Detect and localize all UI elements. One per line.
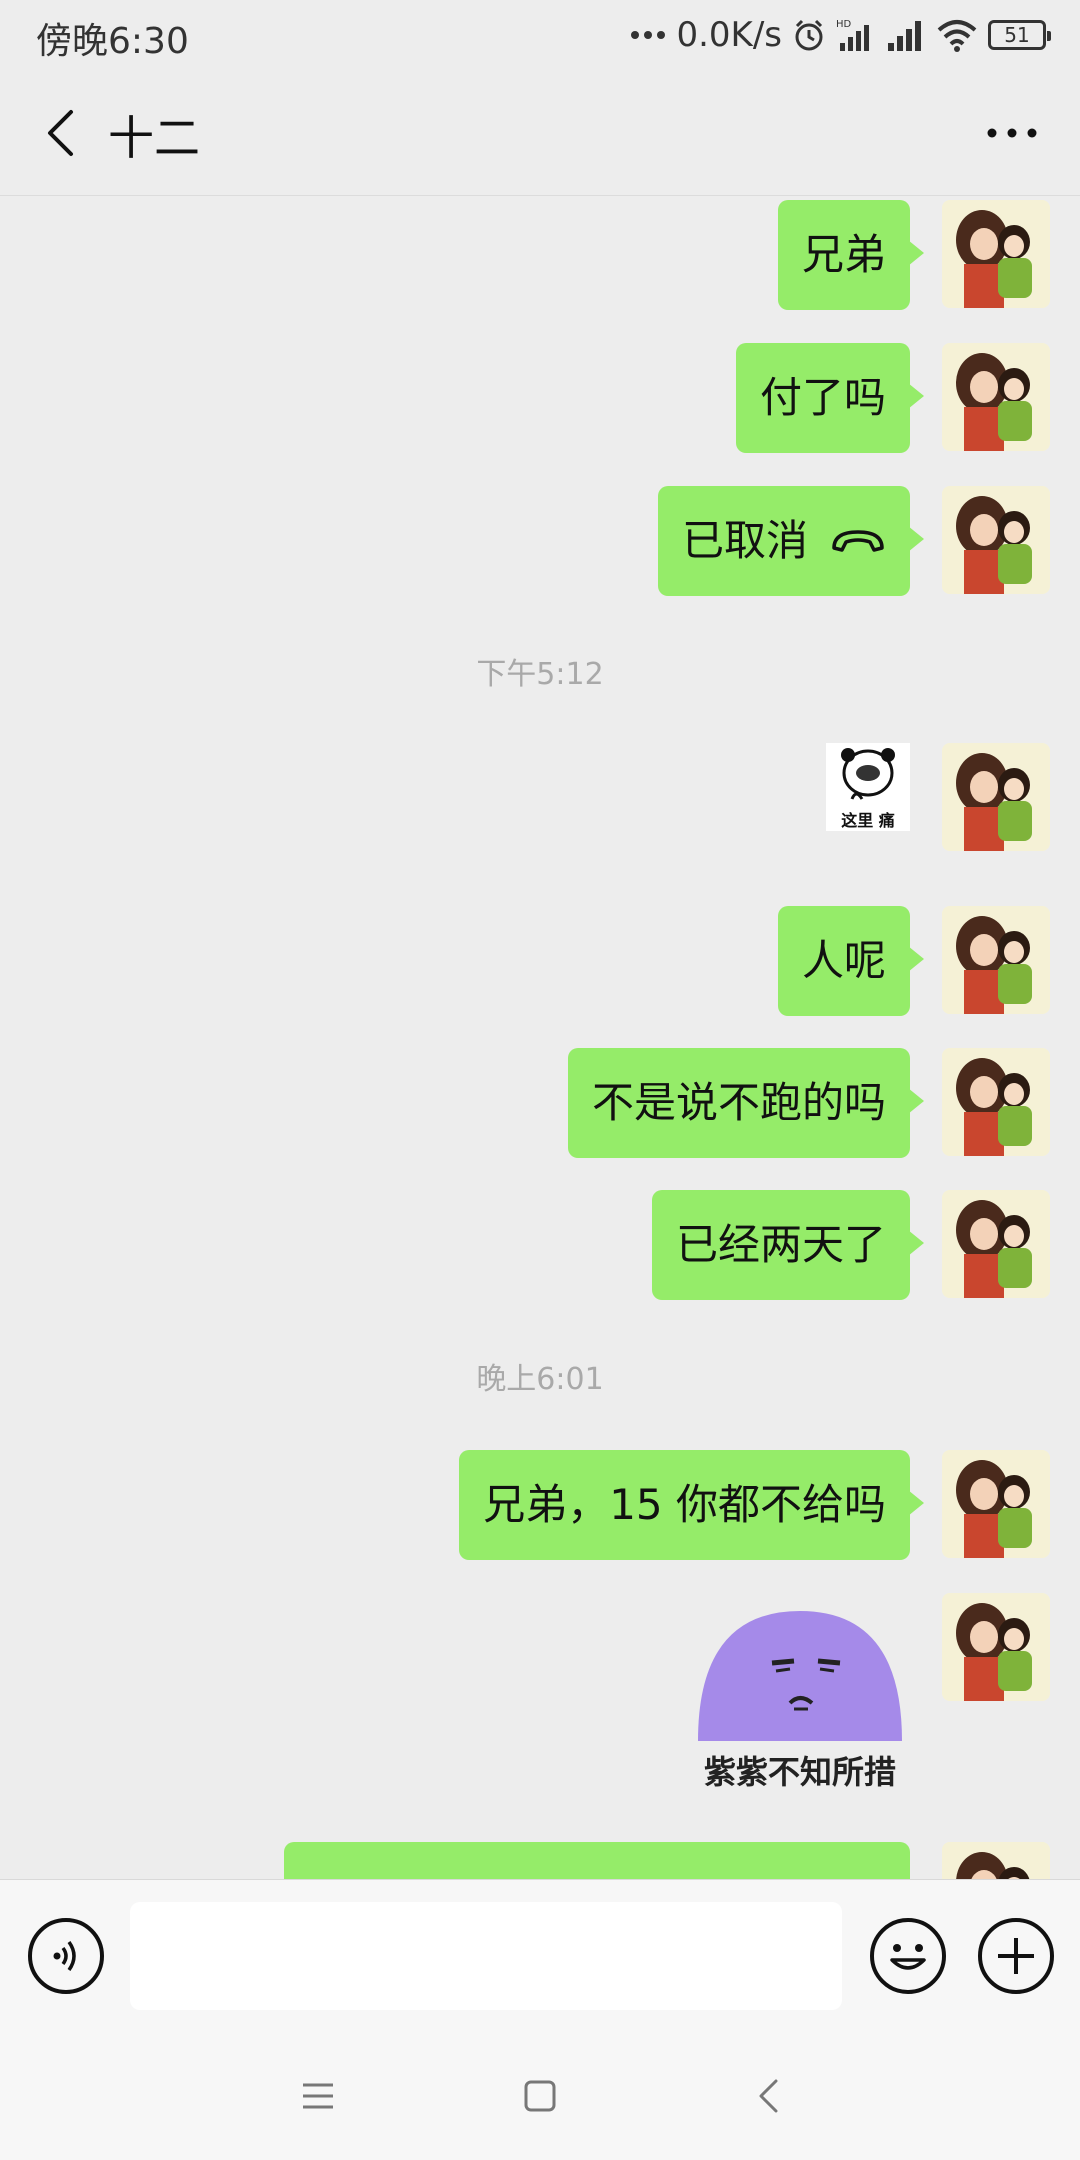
message-row: 紫紫不知所措 [0,1593,1080,1793]
hd-signal-icon: HD [836,17,876,53]
phone-hangup-icon [830,526,886,556]
avatar[interactable] [942,906,1050,1014]
message-bubble[interactable]: 兄弟，15 你都不给吗 [459,1450,924,1560]
message-row: 兄弟，15 你都不给吗 [0,1450,1080,1560]
message-row [0,1842,1080,1879]
message-text: 兄弟，15 你都不给吗 [483,1480,886,1529]
emoji-icon[interactable] [870,1918,946,1994]
timestamp: 晚上6:01 [476,1362,604,1397]
message-row: 已取消 [0,486,1080,596]
chat-title: 十二 [108,111,200,165]
message-bubble-partial[interactable] [284,1842,910,1879]
chevron-left-icon[interactable] [30,100,90,166]
battery-icon: 51 [988,20,1051,50]
dots-icon [630,29,666,41]
input-bar [0,1879,1080,2031]
signal-icon [886,17,926,53]
wifi-icon [936,18,978,52]
message-bubble[interactable]: 兄弟 [777,200,925,310]
sticker[interactable]: 紫紫不知所措 [690,1601,910,1791]
back-icon[interactable] [738,2071,798,2121]
message-input[interactable] [130,1902,842,2010]
alarm-icon [792,18,826,52]
svg-text:HD: HD [836,19,852,30]
avatar[interactable] [942,343,1050,451]
avatar[interactable] [942,1190,1050,1298]
message-bubble[interactable]: 付了吗 [735,343,925,453]
more-dots-icon[interactable] [972,100,1052,166]
message-bubble[interactable]: 已经两天了 [651,1190,925,1300]
avatar[interactable] [942,1048,1050,1156]
message-row: 付了吗 [0,343,1080,453]
status-time: 傍晚6:30 [36,21,189,62]
message-text: 已经两天了 [675,1220,886,1269]
message-row: 兄弟 [0,200,1080,310]
chat-header: 十二 [0,70,1080,196]
message-row: 人呢 [0,906,1080,1016]
sticker[interactable]: 这里 痛 [826,743,910,831]
avatar[interactable] [942,486,1050,594]
plus-icon[interactable] [978,1918,1054,1994]
avatar[interactable] [942,200,1050,308]
avatar[interactable] [942,1842,1050,1879]
status-bar: 傍晚6:30 0.0K/s HD 51 [0,0,1080,70]
sticker-caption: 这里 痛 [841,811,895,830]
avatar[interactable] [942,1450,1050,1558]
system-nav-bar [0,2031,1080,2160]
home-icon[interactable] [510,2071,570,2121]
message-row: 不是说不跑的吗 [0,1048,1080,1158]
message-text: 人呢 [801,936,886,985]
net-speed: 0.0K/s [676,15,782,55]
message-bubble[interactable]: 不是说不跑的吗 [567,1048,925,1158]
message-list[interactable]: 兄弟 付了吗 已取消 下午5:12 这里 痛 人呢 不是说不跑的吗 已经两天了 … [0,197,1080,1879]
message-bubble[interactable]: 人呢 [777,906,925,1016]
menu-icon[interactable] [288,2071,348,2121]
message-text: 付了吗 [759,373,886,422]
timestamp: 下午5:12 [476,657,604,692]
message-row: 已经两天了 [0,1190,1080,1300]
voice-icon[interactable] [28,1918,104,1994]
avatar[interactable] [942,1593,1050,1701]
call-bubble[interactable]: 已取消 [657,486,925,596]
battery-level: 51 [1004,23,1030,47]
message-text: 兄弟 [801,230,886,279]
avatar[interactable] [942,743,1050,851]
message-text: 已取消 [681,516,808,565]
status-icons: 0.0K/s HD 51 [630,10,1051,60]
message-text: 不是说不跑的吗 [591,1078,886,1127]
sticker-caption: 紫紫不知所措 [703,1753,896,1791]
message-row: 这里 痛 [0,743,1080,853]
